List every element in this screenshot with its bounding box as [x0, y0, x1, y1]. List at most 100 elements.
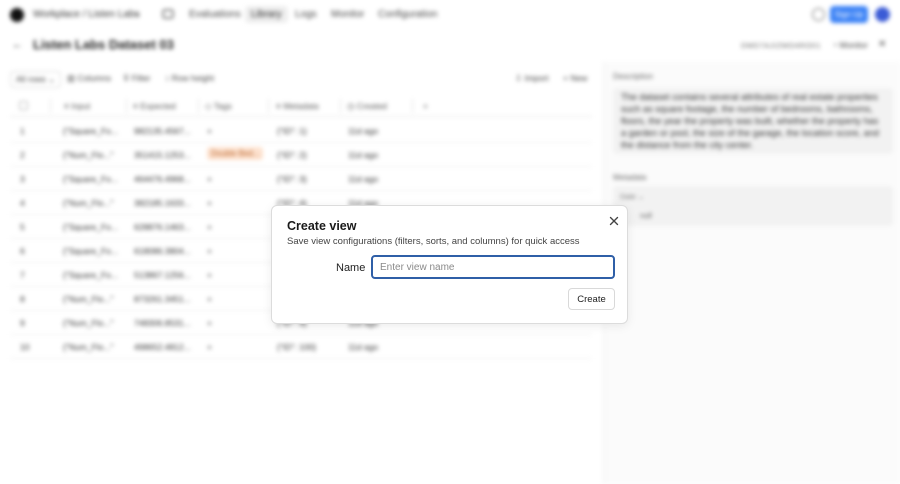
chevron-down-icon[interactable]: ⌄ — [134, 8, 142, 19]
columns-button[interactable]: ▥ Columns — [67, 73, 111, 84]
metadata-key-label: Date — [620, 192, 636, 201]
add-tag-icon[interactable]: + — [207, 198, 212, 208]
new-row-button[interactable]: + New — [563, 73, 587, 83]
column-header-input[interactable]: ≡ Input — [64, 101, 90, 111]
tag-badge[interactable]: Double Bed... — [207, 147, 264, 160]
import-button[interactable]: ⇩ Import — [515, 73, 549, 84]
cell-expected: 464476.4968... — [134, 174, 191, 184]
add-tag-icon[interactable]: + — [207, 270, 212, 280]
cell-expected: 351415.1253... — [134, 150, 191, 160]
description-label: Description — [613, 72, 654, 81]
add-tag-icon[interactable]: + — [207, 342, 212, 352]
metadata-key: Date ⌄ — [620, 192, 645, 201]
cell-input: {"Num_Flo..." — [63, 342, 114, 352]
more-icon[interactable]: ✕ — [878, 39, 886, 50]
row-number: 8 — [20, 294, 25, 304]
row-number: 6 — [20, 246, 25, 256]
row-number: 1 — [20, 126, 25, 136]
column-divider — [126, 99, 127, 113]
monitor-button[interactable]: ◔ Monitor — [832, 40, 868, 50]
create-button[interactable]: Create — [568, 288, 615, 310]
column-divider — [50, 99, 51, 113]
cell-input: {"Square_Fo... — [63, 246, 118, 256]
table-header: ≡ Input ≡ Expected ◇ Tags ≡ Metadata ◷ C… — [10, 95, 592, 117]
cell-input: {"Num_Flo..." — [63, 294, 114, 304]
nav-logs[interactable]: Logs — [295, 9, 317, 20]
user-avatar[interactable] — [875, 7, 890, 22]
row-number: 9 — [20, 318, 25, 328]
column-header-created-label: Created — [356, 101, 388, 111]
row-height-button[interactable]: ↕ Row height — [165, 73, 214, 83]
add-tag-icon[interactable]: + — [207, 294, 212, 304]
cell-expected: 618086.3804... — [134, 246, 191, 256]
nav-library[interactable]: Library — [245, 6, 288, 23]
add-tag-icon[interactable]: + — [207, 126, 212, 136]
cell-input: {"Square_Fo... — [63, 126, 118, 136]
row-number: 4 — [20, 198, 25, 208]
new-label: New — [570, 73, 588, 83]
table-row[interactable]: 2 {"Num_Flo..." 351415.1253... {"ID": 2} 11d… — [10, 143, 592, 167]
row-number: 2 — [20, 150, 25, 160]
create-view-dialog: Create view Save view configurations (fi… — [271, 205, 628, 324]
cell-expected: 982135.4567... — [134, 126, 191, 136]
row-number: 5 — [20, 222, 25, 232]
table-row[interactable]: 3 {"Square_Fo... 464476.4968... {"ID": 3} 11… — [10, 167, 592, 191]
cell-created: 11d ago — [348, 150, 379, 160]
dialog-subtitle: Save view configurations (filters, sorts… — [287, 236, 580, 247]
column-header-metadata-label: Metadata — [283, 101, 319, 111]
nav-configuration[interactable]: Configuration — [378, 9, 437, 20]
row-height-label: Row height — [171, 73, 215, 83]
page-header: ← Listen Labs Dataset 03 DMD7AJIZMO4RO01… — [0, 34, 900, 58]
table-row[interactable]: 10 {"Num_Flo..." 498652.4812... {"ID": 100}… — [10, 335, 592, 359]
row-number: 10 — [20, 342, 30, 352]
column-header-input-label: Input — [71, 101, 91, 111]
column-header-metadata[interactable]: ≡ Metadata — [276, 101, 319, 111]
workspace-breadcrumb[interactable]: Workplace / Listen Labs — [33, 9, 140, 20]
dialog-title: Create view — [287, 219, 357, 233]
cell-expected: 873261.3451... — [134, 294, 191, 304]
monitor-label: Monitor — [839, 40, 868, 50]
cell-metadata: {"ID": 1} — [277, 126, 307, 136]
detail-side-panel: Description The dataset contains several… — [603, 62, 900, 484]
app-logo[interactable] — [10, 8, 24, 22]
close-icon[interactable] — [607, 214, 621, 228]
back-arrow-icon[interactable]: ← — [12, 39, 23, 51]
view-name-input[interactable] — [371, 255, 615, 279]
cell-expected: 382185.1633... — [134, 198, 191, 208]
column-header-tags[interactable]: ◇ Tags — [205, 101, 232, 112]
table-row[interactable]: 1 {"Square_Fo... 982135.4567... {"ID": 1} 11… — [10, 119, 592, 143]
add-tag-icon[interactable]: + — [207, 174, 212, 184]
column-header-expected[interactable]: ≡ Expected — [133, 101, 176, 111]
cell-input: {"Num_Flo..." — [63, 198, 114, 208]
nav-monitor[interactable]: Monitor — [331, 9, 364, 20]
metadata-field[interactable]: Date ⌄ null — [613, 186, 893, 226]
cell-expected: 628876.1463... — [134, 222, 191, 232]
view-select[interactable]: All rows ⌄ — [10, 71, 62, 88]
columns-label: Columns — [77, 73, 111, 83]
filter-label: Filter — [131, 73, 151, 83]
cell-input: {"Square_Fo... — [63, 174, 118, 184]
column-header-created[interactable]: ◷ Created — [347, 101, 387, 112]
cell-input: {"Square_Fo... — [63, 222, 118, 232]
column-divider — [412, 99, 413, 113]
cell-expected: 748306.8531... — [134, 318, 191, 328]
metadata-label: Metadata — [613, 173, 647, 182]
home-icon[interactable] — [161, 7, 175, 21]
add-tag-icon[interactable]: + — [207, 246, 212, 256]
import-label: Import — [524, 73, 549, 83]
cell-created: 11d ago — [348, 342, 379, 352]
table-toolbar: All rows ⌄ ▥ Columns ⊽ Filter ↕ Row heig… — [0, 70, 600, 90]
add-tag-icon[interactable]: + — [207, 318, 212, 328]
add-column-icon[interactable]: + — [423, 101, 428, 111]
row-number: 7 — [20, 270, 25, 280]
sign-up-button[interactable]: Sign Up — [830, 6, 868, 23]
description-field[interactable]: The dataset contains several attributes … — [613, 88, 893, 154]
cell-expected: 498652.4812... — [134, 342, 191, 352]
nav-evaluations[interactable]: Evaluations — [189, 9, 241, 20]
filter-button[interactable]: ⊽ Filter — [123, 73, 150, 84]
help-icon[interactable] — [812, 8, 825, 21]
cell-created: 11d ago — [348, 174, 379, 184]
add-tag-icon[interactable]: + — [207, 222, 212, 232]
cell-metadata: {"ID": 3} — [277, 174, 307, 184]
select-all-checkbox[interactable] — [19, 101, 28, 110]
